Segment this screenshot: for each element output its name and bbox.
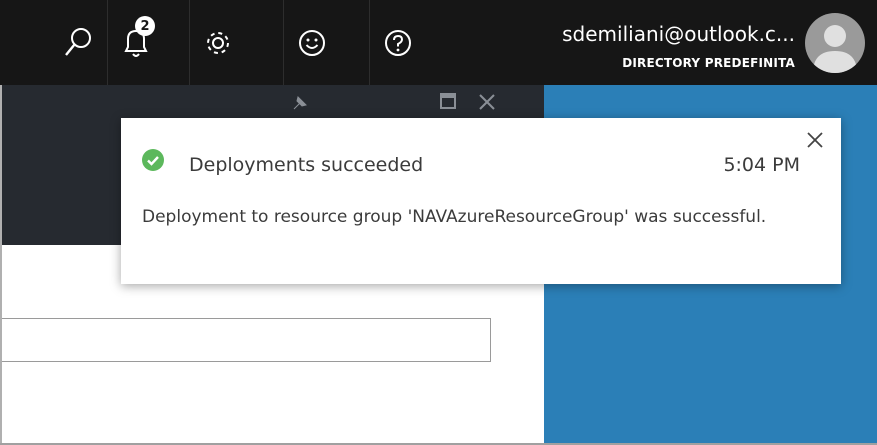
toast-time: 5:04 PM: [723, 154, 800, 176]
blade-close-icon[interactable]: [476, 91, 498, 113]
search-icon: [65, 27, 91, 56]
toast-title: Deployments succeeded: [189, 154, 424, 176]
top-bar: 2 sdemiliani@outlook.c... DIRECTORY PRED…: [0, 0, 877, 85]
blade-input-field[interactable]: [0, 318, 491, 362]
account-directory: DIRECTORY PREDEFINITA: [622, 56, 795, 70]
user-avatar-icon: [813, 25, 857, 73]
help-button[interactable]: [369, 0, 425, 85]
close-icon[interactable]: [803, 128, 827, 152]
gear-icon: [206, 31, 229, 54]
toast-message: Deployment to resource group 'NAVAzureRe…: [142, 207, 767, 227]
account-menu[interactable]: sdemiliani@outlook.c... DIRECTORY PREDEF…: [478, 0, 805, 85]
smiley-icon: [298, 29, 325, 56]
notifications-button[interactable]: 2: [107, 0, 163, 85]
notification-toast[interactable]: Deployments succeeded 5:04 PM Deployment…: [121, 118, 841, 284]
settings-button[interactable]: [189, 0, 245, 85]
feedback-button[interactable]: [283, 0, 339, 85]
notification-badge: 2: [135, 16, 155, 36]
avatar[interactable]: [805, 13, 865, 73]
left-frame-border: [0, 85, 2, 445]
pin-icon[interactable]: [290, 91, 312, 113]
account-email: sdemiliani@outlook.c...: [562, 22, 795, 46]
maximize-icon[interactable]: [438, 91, 460, 113]
check-circle-icon: [142, 149, 164, 171]
search-button[interactable]: [50, 0, 106, 85]
help-icon: [384, 29, 411, 56]
